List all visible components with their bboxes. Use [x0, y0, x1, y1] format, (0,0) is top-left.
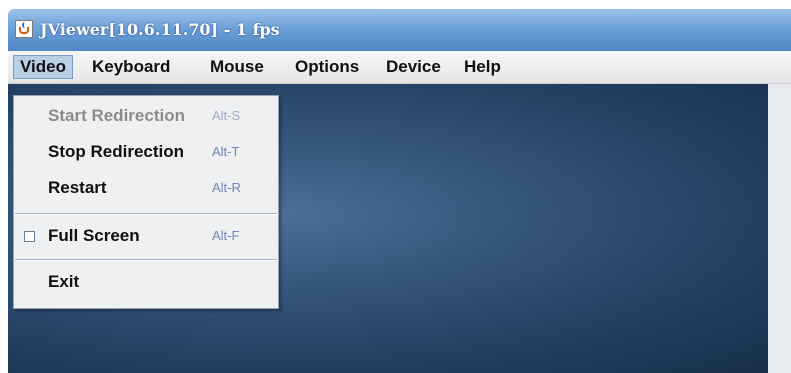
menu-bar: Video Keyboard Mouse Options Device Help: [8, 51, 791, 84]
stop-redirection-label: Stop Redirection: [48, 142, 185, 161]
menu-item-stop-redirection[interactable]: Stop Redirection Alt-T: [14, 134, 276, 170]
video-menu-dropdown: Start Redirection Alt-S Stop Redirection…: [13, 95, 279, 309]
title-bar[interactable]: JViewer[10.6.11.70] - 1 fps: [8, 9, 791, 51]
restart-label: Restart: [48, 178, 107, 197]
menu-video[interactable]: Video: [13, 55, 73, 79]
menu-mouse[interactable]: Mouse: [204, 55, 270, 79]
menu-keyboard[interactable]: Keyboard: [86, 55, 176, 79]
menu-item-exit[interactable]: Exit: [14, 264, 276, 300]
menu-item-start-redirection[interactable]: Start Redirection Alt-S: [14, 98, 276, 134]
java-cup-icon: [15, 20, 33, 38]
menu-separator: [15, 213, 277, 215]
start-redirection-label: Start Redirection: [48, 106, 185, 125]
desktop-edge-panel: [768, 84, 791, 373]
jviewer-window: JViewer[10.6.11.70] - 1 fps Video Keyboa…: [8, 9, 791, 373]
start-redirection-shortcut: Alt-S: [212, 108, 241, 123]
menu-separator: [15, 259, 277, 261]
full-screen-shortcut: Alt-F: [212, 228, 240, 243]
checkbox-icon[interactable]: [24, 231, 35, 242]
window-title: JViewer[10.6.11.70] - 1 fps: [40, 20, 280, 39]
full-screen-label: Full Screen: [48, 226, 140, 245]
menu-item-full-screen[interactable]: Full Screen Alt-F: [14, 218, 276, 254]
menu-help[interactable]: Help: [458, 55, 507, 79]
menu-item-restart[interactable]: Restart Alt-R: [14, 170, 276, 206]
menu-device[interactable]: Device: [380, 55, 447, 79]
exit-label: Exit: [48, 272, 80, 291]
menu-options[interactable]: Options: [289, 55, 365, 79]
restart-shortcut: Alt-R: [212, 180, 241, 195]
stop-redirection-shortcut: Alt-T: [212, 144, 240, 159]
